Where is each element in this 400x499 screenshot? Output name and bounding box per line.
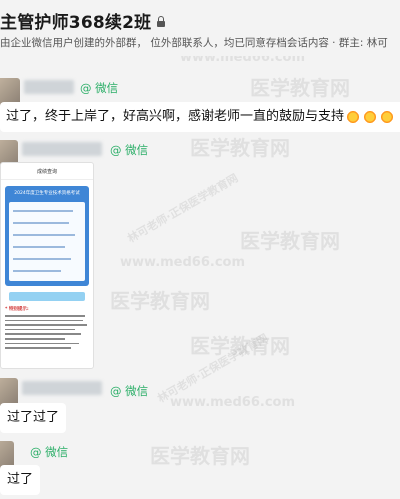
sun-face-emoji-icon bbox=[363, 109, 378, 124]
image-form-title: 2024年度卫生专业技术资格考试 bbox=[14, 191, 80, 196]
wechat-tag: @ 微信 bbox=[110, 143, 149, 157]
watermark-text: 林可老师·正保医学教育网 bbox=[155, 331, 271, 406]
chat-header: 主管护师368续2班 由企业微信用户创建的外部群， 位外部联系人，均已同意存档会… bbox=[0, 0, 400, 56]
image-text-line bbox=[5, 315, 85, 317]
image-text-line bbox=[13, 246, 65, 248]
image-text-line bbox=[13, 234, 75, 236]
image-text-line bbox=[5, 337, 65, 340]
image-text-line bbox=[13, 270, 61, 272]
message-bubble[interactable]: 过了过了 bbox=[0, 403, 67, 433]
image-text-line bbox=[13, 222, 69, 224]
sun-face-emoji-icon bbox=[346, 109, 361, 124]
watermark-text: 医学教育网 bbox=[250, 76, 350, 100]
group-notice: 由企业微信用户创建的外部群， 位外部联系人，均已同意存档会话内容 · 群主: 林… bbox=[0, 37, 388, 49]
watermark-text: 医学教育网 bbox=[150, 444, 250, 468]
image-notes: * 特别提示: bbox=[5, 306, 89, 349]
image-text-line bbox=[5, 333, 81, 335]
watermark-text: 医学教育网 bbox=[190, 334, 290, 358]
image-top-bar: 成绩查询 bbox=[1, 163, 93, 180]
watermark-text: 医学教育网 bbox=[190, 136, 290, 160]
sun-face-emoji-icon bbox=[380, 109, 395, 124]
group-title[interactable]: 主管护师368续2班 bbox=[0, 8, 151, 33]
image-button bbox=[9, 292, 85, 301]
image-text-line bbox=[5, 328, 75, 331]
message-text: 过了，终于上岸了，好高兴啊，感谢老师一直的鼓励与支持 bbox=[6, 109, 345, 124]
image-text-line bbox=[5, 342, 79, 345]
message-text: 过了 bbox=[7, 472, 34, 487]
wechat-tag: @ 微信 bbox=[110, 384, 149, 398]
sender-name bbox=[22, 381, 102, 395]
wechat-tag: @ 微信 bbox=[30, 445, 69, 459]
watermark-text: www.med66.com bbox=[170, 395, 296, 410]
watermark-text: www.med66.com bbox=[120, 255, 246, 270]
watermark-text: 医学教育网 bbox=[110, 289, 210, 313]
image-form-card: 2024年度卫生专业技术资格考试 bbox=[5, 186, 89, 286]
lock-icon bbox=[157, 15, 166, 27]
watermark-text: 医学教育网 bbox=[240, 229, 340, 253]
sender-name bbox=[24, 80, 74, 94]
watermark-text: 林可老师·正保医学教育网 bbox=[125, 171, 241, 246]
avatar[interactable] bbox=[0, 378, 18, 406]
image-text-line bbox=[5, 324, 87, 326]
image-message[interactable]: 成绩查询 2024年度卫生专业技术资格考试 * 特别提示: bbox=[0, 162, 94, 369]
message-bubble[interactable]: 过了，终于上岸了，好高兴啊，感谢老师一直的鼓励与支持 bbox=[0, 102, 400, 132]
image-form-panel bbox=[9, 202, 85, 281]
image-text-line bbox=[13, 258, 71, 260]
sender-name bbox=[22, 142, 102, 156]
image-text-line bbox=[5, 319, 83, 322]
image-notes-title: * 特别提示: bbox=[5, 307, 29, 312]
message-text: 过了过了 bbox=[7, 410, 60, 425]
image-text-line bbox=[13, 210, 73, 212]
message-bubble[interactable]: 过了 bbox=[0, 465, 41, 495]
wechat-tag: @ 微信 bbox=[80, 81, 119, 95]
image-text-line bbox=[5, 347, 71, 349]
